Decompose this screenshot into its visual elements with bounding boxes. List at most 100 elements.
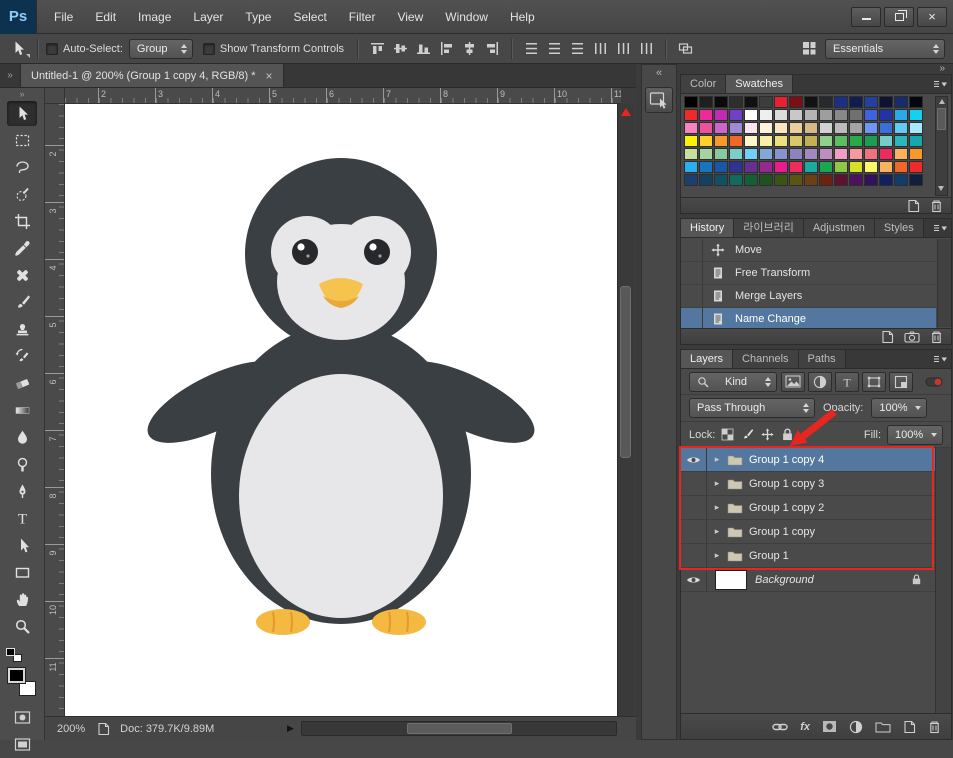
new-document-from-state-icon[interactable] (881, 330, 894, 344)
blur-tool[interactable] (7, 425, 37, 450)
blend-mode-dropdown[interactable]: Pass Through (689, 398, 815, 418)
swatch-108[interactable] (864, 174, 878, 186)
vertical-scrollbar[interactable] (617, 104, 633, 716)
new-layer-icon[interactable] (903, 720, 916, 734)
scroll-up-arrow[interactable] (620, 108, 631, 116)
dodge-tool[interactable] (7, 452, 37, 477)
swatch-109[interactable] (879, 174, 893, 186)
align-right-edges-icon[interactable] (482, 39, 503, 59)
swatch-30[interactable] (894, 109, 908, 121)
swatch-26[interactable] (834, 109, 848, 121)
swatch-35[interactable] (729, 122, 743, 134)
swatch-93[interactable] (879, 161, 893, 173)
swatch-94[interactable] (894, 161, 908, 173)
swatch-76[interactable] (864, 148, 878, 160)
swatch-105[interactable] (819, 174, 833, 186)
layers-scrollbar[interactable] (935, 448, 951, 713)
swatch-58[interactable] (834, 135, 848, 147)
menu-select[interactable]: Select (282, 10, 337, 24)
swatch-57[interactable] (819, 135, 833, 147)
swatch-49[interactable] (699, 135, 713, 147)
swatch-101[interactable] (759, 174, 773, 186)
zoom-tool[interactable] (7, 614, 37, 639)
swatch-8[interactable] (804, 96, 818, 108)
status-flyout-arrow[interactable]: ▶ (287, 723, 294, 734)
swatch-7[interactable] (789, 96, 803, 108)
swatch-69[interactable] (759, 148, 773, 160)
history-source-cell[interactable] (681, 285, 703, 307)
adjustment-layer-filter-icon[interactable] (808, 371, 832, 392)
layer-style-icon[interactable]: fx (800, 721, 810, 733)
default-colors-icon[interactable] (6, 648, 22, 662)
history-source-cell[interactable] (681, 262, 703, 284)
swatch-85[interactable] (759, 161, 773, 173)
hand-tool[interactable] (7, 587, 37, 612)
swatch-34[interactable] (714, 122, 728, 134)
gradient-tool[interactable] (7, 398, 37, 423)
pixel-layer-filter-icon[interactable] (781, 371, 805, 392)
rectangular-marquee-tool[interactable] (7, 128, 37, 153)
panel-menu-icon[interactable] (929, 350, 951, 368)
zoom-level[interactable]: 200% (57, 723, 85, 735)
tab-swatches[interactable]: Swatches (726, 75, 793, 93)
swatch-14[interactable] (894, 96, 908, 108)
smart-object-filter-icon[interactable] (889, 371, 913, 392)
restore-button[interactable] (884, 6, 914, 27)
quick-selection-tool[interactable] (7, 182, 37, 207)
swatch-110[interactable] (894, 174, 908, 186)
swatch-38[interactable] (774, 122, 788, 134)
swatch-97[interactable] (699, 174, 713, 186)
swatch-41[interactable] (819, 122, 833, 134)
history-state-merge-layers[interactable]: Merge Layers (681, 285, 936, 308)
swatch-70[interactable] (774, 148, 788, 160)
history-brush-tool[interactable] (7, 344, 37, 369)
panel-menu-icon[interactable] (929, 219, 951, 237)
tab-close-icon[interactable]: × (266, 69, 273, 83)
lock-image-pixels-icon[interactable] (741, 428, 754, 441)
swatch-37[interactable] (759, 122, 773, 134)
brush-tool[interactable] (7, 290, 37, 315)
show-transform-checkbox[interactable] (202, 42, 215, 55)
vertical-scrollbar-thumb[interactable] (620, 286, 631, 458)
swatch-1[interactable] (699, 96, 713, 108)
swatch-3[interactable] (729, 96, 743, 108)
color-swatch-control[interactable] (6, 668, 38, 696)
swatch-51[interactable] (729, 135, 743, 147)
swatch-83[interactable] (729, 161, 743, 173)
swatch-10[interactable] (834, 96, 848, 108)
menu-window[interactable]: Window (434, 10, 499, 24)
swatch-80[interactable] (684, 161, 698, 173)
swatches-scrollbar[interactable] (935, 96, 948, 196)
horizontal-scrollbar-thumb[interactable] (407, 723, 512, 734)
screen-mode-icon[interactable] (7, 732, 37, 757)
swatches-scrollbar-thumb[interactable] (937, 108, 946, 130)
background-color-swatch[interactable] (19, 681, 36, 696)
eyedropper-tool[interactable] (7, 236, 37, 261)
swatch-24[interactable] (804, 109, 818, 121)
path-selection-tool[interactable] (7, 533, 37, 558)
history-source-cell[interactable] (681, 308, 703, 330)
swatch-79[interactable] (909, 148, 923, 160)
swatch-50[interactable] (714, 135, 728, 147)
swatch-102[interactable] (774, 174, 788, 186)
distribute-left-edges-icon[interactable] (590, 39, 611, 59)
swatch-16[interactable] (684, 109, 698, 121)
swatch-99[interactable] (729, 174, 743, 186)
swatch-77[interactable] (879, 148, 893, 160)
collapse-left-dock-icon[interactable]: » (0, 64, 20, 87)
swatch-87[interactable] (789, 161, 803, 173)
swatch-64[interactable] (684, 148, 698, 160)
auto-select-checkbox[interactable] (46, 42, 58, 55)
swatch-55[interactable] (789, 135, 803, 147)
swatch-75[interactable] (849, 148, 863, 160)
tab-channels[interactable]: Channels (733, 350, 799, 368)
swatch-88[interactable] (804, 161, 818, 173)
status-page-icon[interactable] (97, 722, 110, 736)
move-tool[interactable] (7, 101, 37, 126)
swatch-90[interactable] (834, 161, 848, 173)
menu-image[interactable]: Image (127, 10, 182, 24)
swatch-4[interactable] (744, 96, 758, 108)
swatch-107[interactable] (849, 174, 863, 186)
scroll-down-icon[interactable] (938, 186, 944, 191)
lock-position-icon[interactable] (761, 428, 774, 441)
